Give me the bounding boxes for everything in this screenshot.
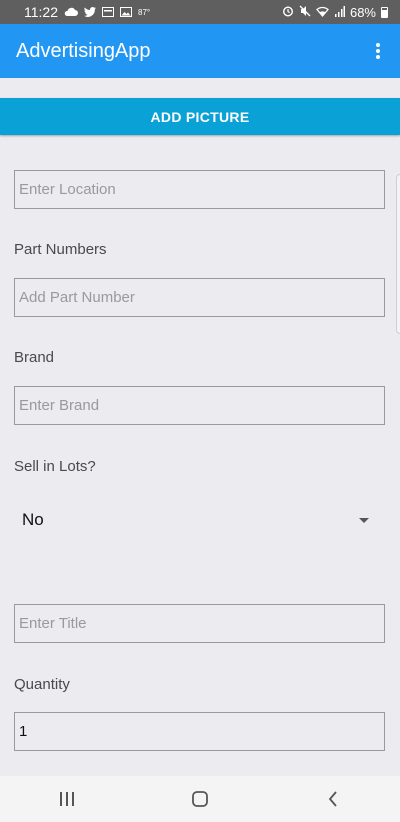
status-time: 11:22 [24, 4, 58, 20]
temperature: 87° [138, 7, 151, 17]
title-input[interactable] [14, 604, 385, 643]
twitter-icon [84, 5, 96, 20]
back-icon[interactable] [313, 784, 353, 814]
image-icon [120, 5, 132, 20]
scroll-indicator[interactable] [396, 174, 400, 334]
status-bar: 11:22 87° 68% [0, 0, 400, 24]
card-icon [102, 5, 114, 20]
cloud-icon [64, 5, 78, 20]
alarm-icon [282, 5, 294, 20]
system-nav-bar [0, 776, 400, 822]
sell-in-lots-label: Sell in Lots? [14, 458, 96, 475]
battery-icon [381, 6, 388, 18]
status-left: 11:22 87° [24, 4, 150, 20]
signal-icon [334, 5, 345, 20]
more-vert-icon[interactable] [366, 36, 390, 66]
brand-input[interactable] [14, 386, 385, 425]
wifi-icon [316, 5, 329, 20]
app-title: AdvertisingApp [16, 39, 151, 62]
mute-icon [299, 5, 311, 20]
add-picture-button[interactable]: ADD PICTURE [0, 98, 400, 135]
sell-in-lots-value: No [22, 510, 44, 529]
sell-in-lots-picker[interactable]: No [14, 500, 385, 540]
quantity-input[interactable] [14, 712, 385, 751]
recents-icon[interactable] [47, 784, 87, 814]
location-input[interactable] [14, 170, 385, 209]
brand-label: Brand [14, 349, 55, 366]
part-number-input[interactable] [14, 278, 385, 317]
part-numbers-label: Part Numbers [14, 241, 107, 258]
battery-percent: 68% [349, 4, 376, 20]
dropdown-arrow-icon [359, 517, 369, 523]
quantity-label: Quantity [14, 676, 70, 693]
app-bar: AdvertisingApp [0, 24, 400, 78]
home-icon[interactable] [180, 784, 220, 814]
status-right: 68% [282, 5, 388, 20]
